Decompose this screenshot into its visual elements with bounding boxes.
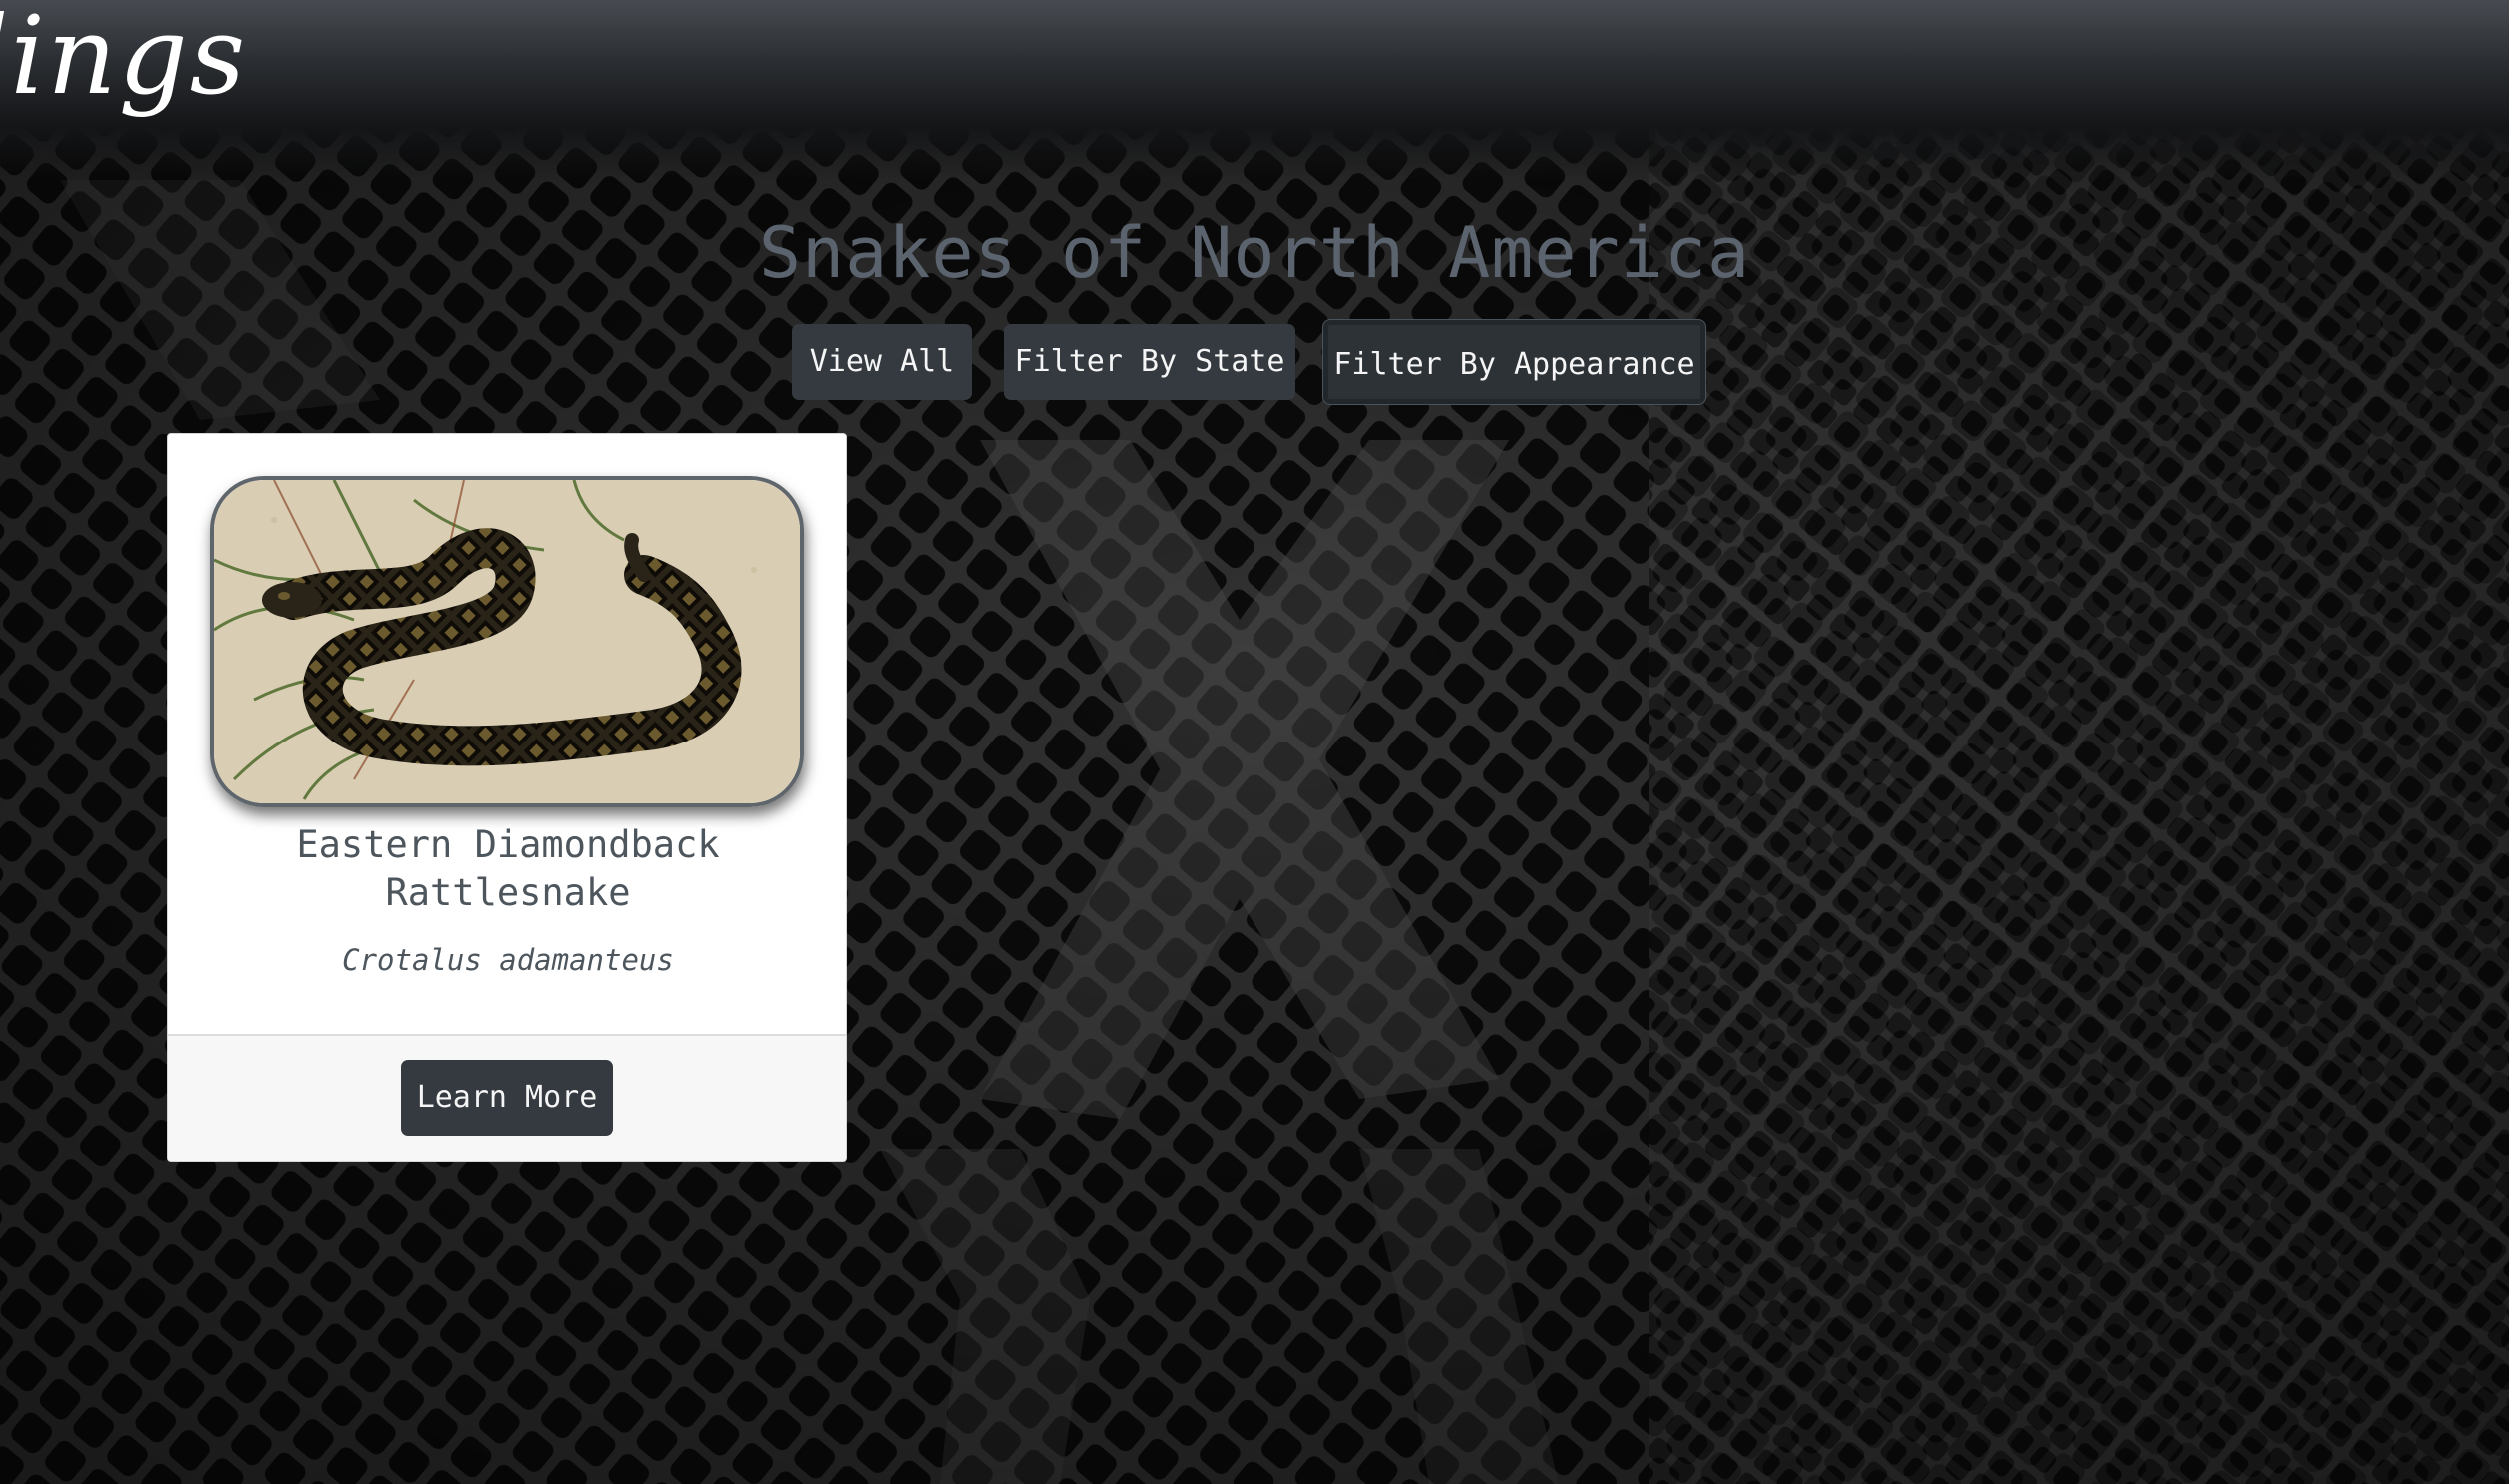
page-title: Snakes of North America [758,212,1751,294]
snake-scientific-name: Crotalus adamanteus [342,943,674,977]
brand-logo[interactable]: lings [0,0,247,119]
view-all-button[interactable]: View All [792,324,972,400]
brand-text: lings [0,0,248,119]
filter-bar: View All Filter By State Filter By Appea… [0,320,2509,404]
page: lings Snakes of North America View All F… [0,0,2509,1484]
snake-card: Eastern Diamondback Rattlesnake Crotalus… [167,433,847,1162]
rattlesnake-photo [210,476,804,807]
filter-by-appearance-button[interactable]: Filter By Appearance [1323,320,1705,404]
filter-by-state-button[interactable]: Filter By State [1004,324,1295,400]
snake-common-name: Eastern Diamondback Rattlesnake [296,823,720,914]
card-footer: Learn More [168,1034,846,1161]
learn-more-button[interactable]: Learn More [401,1060,613,1136]
navbar: lings [0,0,2509,180]
